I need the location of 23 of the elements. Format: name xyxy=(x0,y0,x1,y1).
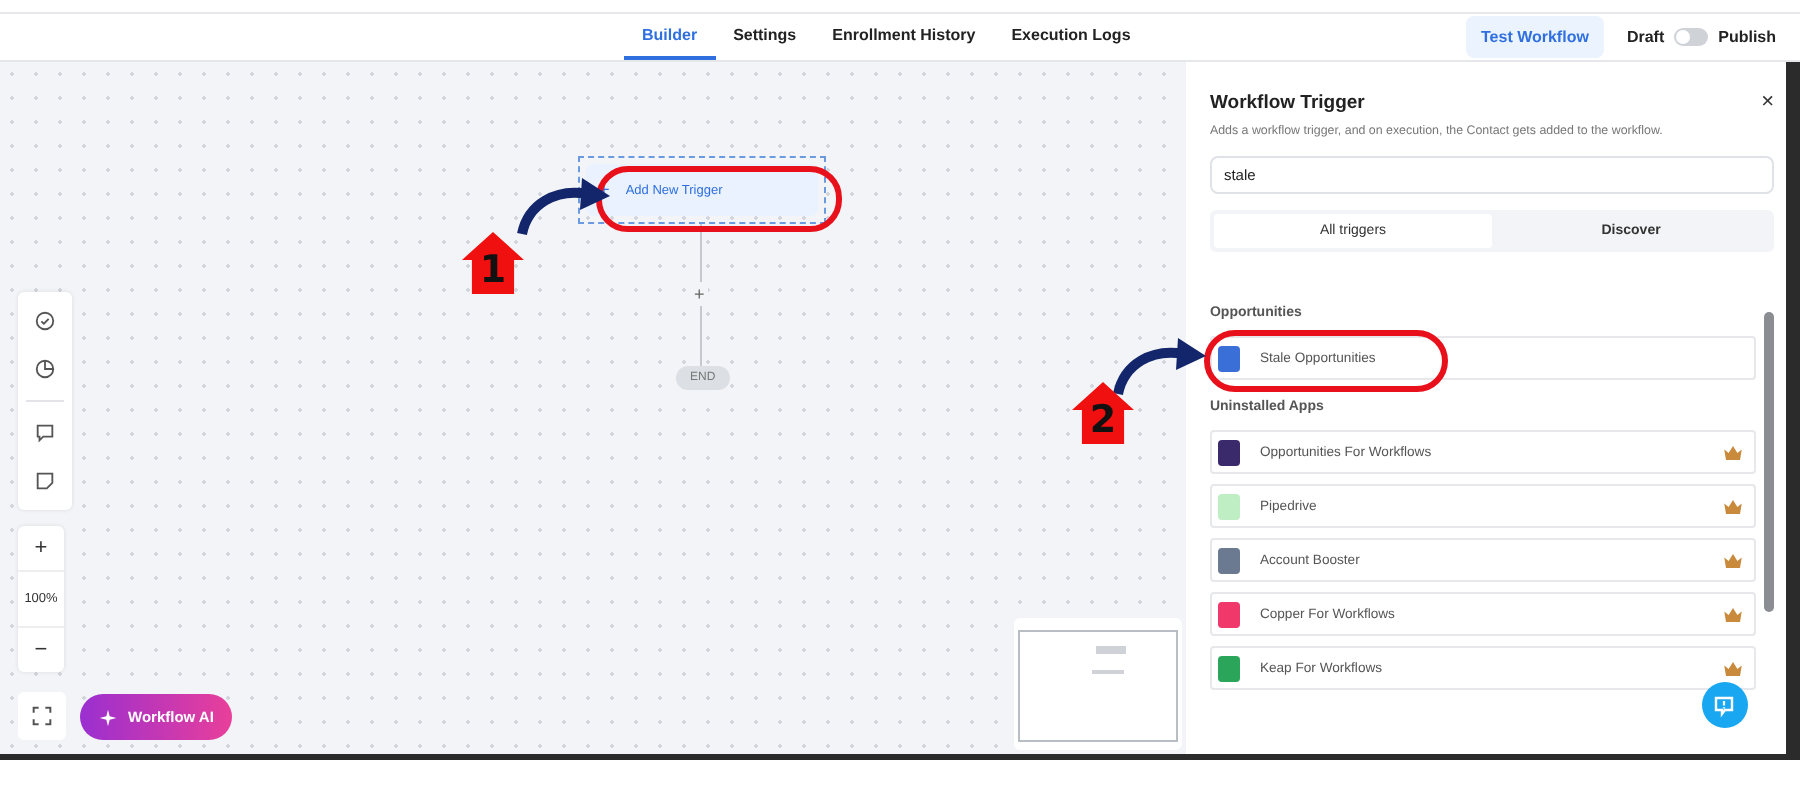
publish-toggle[interactable] xyxy=(1674,28,1709,46)
add-step-button[interactable]: + xyxy=(690,282,709,306)
zoom-in-button[interactable]: + xyxy=(18,526,64,570)
zoom-out-button[interactable]: − xyxy=(18,628,64,672)
publish-label: Publish xyxy=(1718,28,1776,46)
close-button[interactable]: × xyxy=(1761,90,1775,114)
comment-icon[interactable] xyxy=(34,422,56,444)
sticky-note-icon[interactable] xyxy=(34,470,56,492)
nav-tab[interactable]: Enrollment History xyxy=(814,14,994,60)
help-chat-button[interactable] xyxy=(1701,682,1748,728)
sparkle-icon xyxy=(98,707,118,727)
fit-view-button[interactable] xyxy=(18,692,66,740)
panel-title: Workflow Trigger xyxy=(1209,91,1365,113)
draft-label: Draft xyxy=(1626,28,1665,46)
nav-tab[interactable]: Settings xyxy=(715,14,815,60)
curved-arrow xyxy=(1112,336,1208,396)
test-workflow-button[interactable]: Test Workflow xyxy=(1465,16,1605,58)
nav-tab[interactable]: Execution Logs xyxy=(993,14,1149,60)
chat-alert-icon xyxy=(1712,693,1737,717)
pie-chart-icon[interactable] xyxy=(34,358,56,380)
check-circle-icon[interactable] xyxy=(34,310,56,332)
curved-arrow xyxy=(516,176,612,236)
expand-icon xyxy=(32,706,52,726)
